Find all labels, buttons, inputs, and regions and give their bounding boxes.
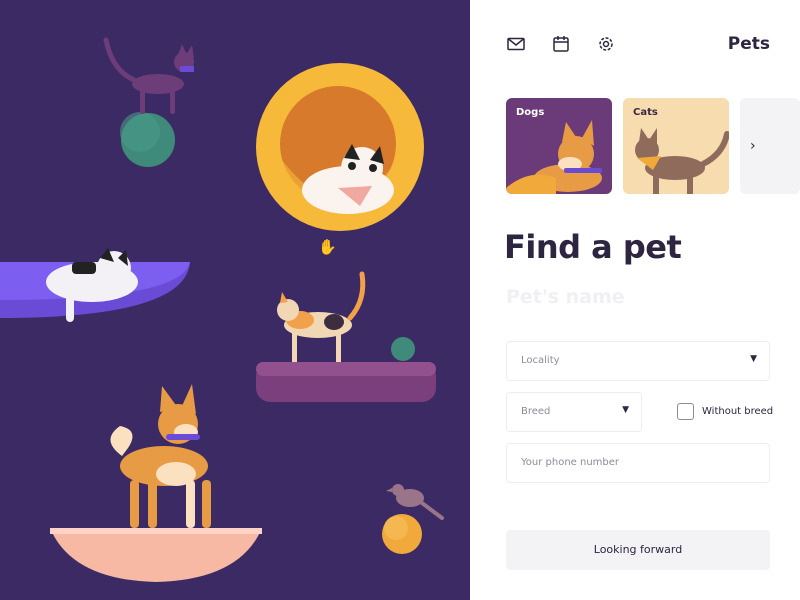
locality-select[interactable]: Locality ▼	[506, 341, 770, 381]
category-card-cats[interactable]: Cats	[623, 98, 729, 194]
category-carousel: Dogs Cats ›	[506, 98, 800, 196]
top-navigation: Pets	[506, 34, 770, 58]
small-green-ball	[391, 337, 415, 361]
page-title: Find a pet	[504, 228, 682, 266]
pet-name-input[interactable]: Pet's name	[506, 286, 770, 316]
caret-down-icon: ▼	[750, 354, 757, 364]
calico-cat-figure	[277, 271, 366, 362]
breed-select[interactable]: Breed ▼	[506, 392, 642, 432]
without-breed-option[interactable]: Without breed	[677, 403, 777, 421]
locality-placeholder: Locality	[521, 355, 560, 366]
app-brand-title: Pets	[727, 34, 770, 54]
pink-dog-bed	[50, 528, 262, 582]
looking-forward-button[interactable]: Looking forward	[506, 530, 770, 570]
category-card-dogs[interactable]: Dogs	[506, 98, 612, 194]
category-label-cats: Cats	[633, 107, 658, 118]
category-label-dogs: Dogs	[516, 107, 545, 118]
bird-figure	[386, 484, 444, 520]
phone-number-input[interactable]: Your phone number	[506, 443, 770, 483]
submit-label: Looking forward	[593, 543, 683, 556]
hero-illustration: ✋	[0, 0, 470, 600]
breed-placeholder: Breed	[521, 406, 551, 417]
caret-down-icon: ▼	[622, 405, 629, 415]
without-breed-checkbox[interactable]	[677, 403, 694, 420]
purple-cat-figure	[103, 37, 194, 114]
search-panel: Pets Dogs Cats › Find a pet Pet's name L…	[470, 0, 800, 600]
hand-cursor-icon: ✋	[318, 238, 337, 256]
phone-placeholder: Your phone number	[521, 457, 620, 468]
category-next-button[interactable]: ›	[740, 98, 800, 194]
gear-icon[interactable]	[596, 34, 618, 56]
calendar-icon[interactable]	[551, 34, 573, 56]
chevron-right-icon: ›	[750, 138, 756, 154]
mail-icon[interactable]	[506, 34, 528, 56]
pets-scene-graphic	[0, 37, 444, 582]
shiba-dog-figure	[110, 384, 211, 528]
without-breed-label: Without breed	[702, 406, 774, 417]
